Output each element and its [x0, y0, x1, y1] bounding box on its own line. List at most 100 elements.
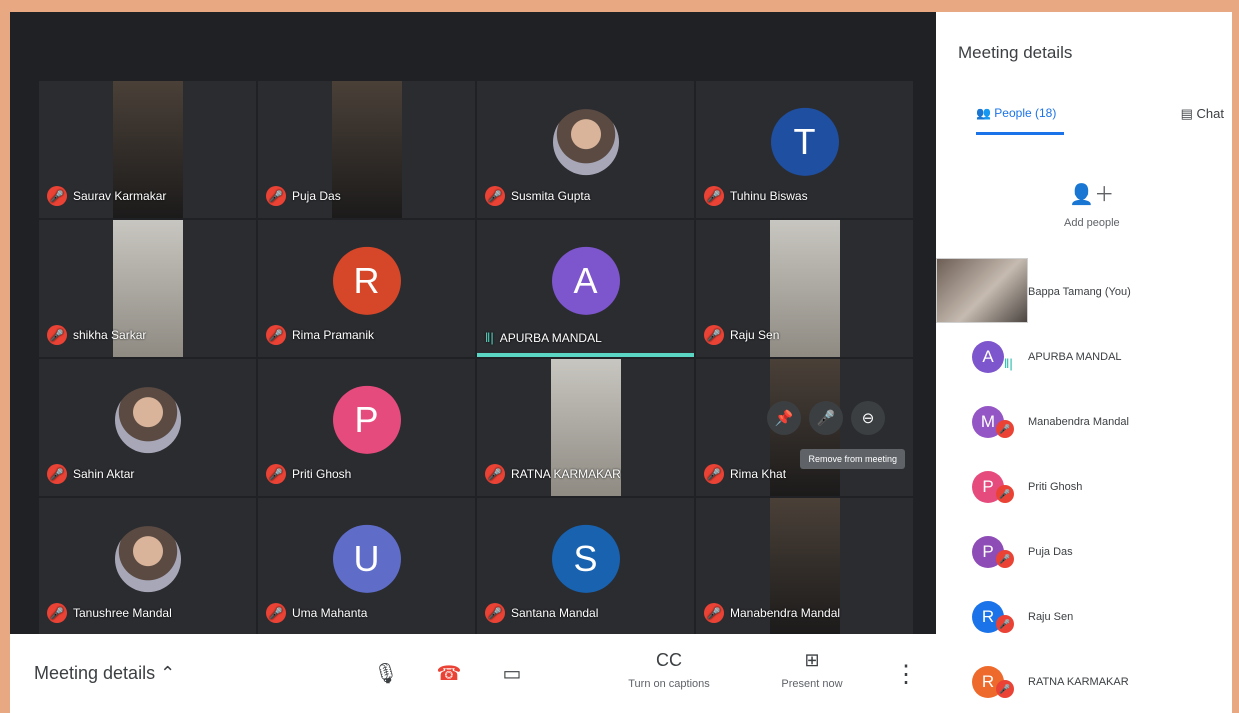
muted-microphone-icon: 🎤	[47, 603, 67, 623]
meeting-controls: Meeting details ⌃ 🎙 ☎ ▭ CC Turn on captio…	[10, 634, 936, 713]
participant-label: 🎤 Rima Pramanik	[266, 325, 374, 345]
participant-tile[interactable]: S 🎤 Santana Mandal	[476, 497, 695, 636]
captions-button[interactable]: CC Turn on captions	[613, 650, 725, 690]
person-name: Manabendra Mandal	[1028, 416, 1129, 428]
person-name: Puja Das	[1028, 546, 1073, 558]
participant-tile[interactable]: 🎤 Rima Khat 📌 🎤 ⊖ Remove from meeting	[695, 358, 914, 497]
participant-label: 🎤 Susmita Gupta	[485, 186, 590, 206]
participant-tile[interactable]: 🎤 Susmita Gupta	[476, 80, 695, 219]
participant-label: 🎤 Saurav Karmakar	[47, 186, 166, 206]
meeting-details-label: Meeting details	[34, 663, 156, 683]
self-video-thumbnail	[936, 258, 1028, 323]
participant-name: Rima Khat	[730, 467, 787, 481]
people-list-item[interactable]: R 🎤 RATNA KARMAKAR	[936, 648, 1232, 713]
leave-call-button[interactable]: ☎	[428, 652, 470, 694]
muted-microphone-icon: 🎤	[266, 464, 286, 484]
participant-tile[interactable]: 🎤 Manabendra Mandal	[695, 497, 914, 636]
participant-label: 🎤 Rima Khat	[704, 464, 786, 484]
muted-microphone-icon: 🎤	[485, 186, 505, 206]
participant-label: 🎤 Sahin Aktar	[47, 464, 134, 484]
people-list-item[interactable]: A ‖| APURBA MANDAL	[936, 323, 1232, 388]
present-now-button[interactable]: ⊞ Present now	[756, 650, 868, 690]
participant-photo	[114, 386, 181, 453]
participant-avatar: P	[332, 385, 401, 454]
more-options-button[interactable]: ⋮	[894, 660, 918, 689]
muted-microphone-icon: 🎤	[704, 603, 724, 623]
participant-tile[interactable]: 🎤 Raju Sen	[695, 219, 914, 358]
participant-label: 🎤 Puja Das	[266, 186, 341, 206]
participant-tile[interactable]: 🎤 Puja Das	[257, 80, 476, 219]
people-list: Bappa Tamang (You) A ‖| APURBA MANDAL M 🎤 Mana…	[936, 258, 1232, 713]
participant-name: Priti Ghosh	[292, 467, 352, 481]
participant-name: RATNA KARMAKAR	[511, 467, 621, 481]
microphone-button[interactable]: 🎙	[365, 652, 407, 694]
participant-label: 🎤 Tuhinu Biswas	[704, 186, 808, 206]
add-person-icon: 👤＋	[1069, 184, 1115, 206]
participant-avatar: U	[332, 524, 401, 593]
remove-icon[interactable]: ⊖	[851, 401, 885, 435]
people-list-item[interactable]: Bappa Tamang (You)	[936, 258, 1232, 323]
remove-tooltip: Remove from meeting	[800, 449, 905, 469]
participant-label: 🎤 Tanushree Mandal	[47, 603, 172, 623]
people-icon: 👥	[976, 106, 991, 120]
muted-microphone-icon: 🎤	[47, 186, 67, 206]
muted-microphone-icon: 🎤	[704, 186, 724, 206]
participant-name: Sahin Aktar	[73, 467, 135, 481]
participant-tile[interactable]: 🎤 Sahin Aktar	[38, 358, 257, 497]
pin-icon[interactable]: 📌	[767, 401, 801, 435]
person-name: Bappa Tamang (You)	[1028, 286, 1131, 298]
participant-label: 🎤 Raju Sen	[704, 325, 779, 345]
muted-microphone-icon: 🎤	[704, 325, 724, 345]
participant-name: Puja Das	[292, 189, 341, 203]
participant-label: 🎤 Santana Mandal	[485, 603, 598, 623]
people-list-item[interactable]: M 🎤 Manabendra Mandal	[936, 388, 1232, 453]
participant-name: Tanushree Mandal	[73, 606, 172, 620]
participant-tile[interactable]: R 🎤 Rima Pramanik	[257, 219, 476, 358]
tab-people[interactable]: 👥 People (18)	[976, 106, 1064, 135]
participant-avatar: R	[332, 246, 401, 315]
meeting-window: 🎤 Saurav Karmakar 🎤 Puja Das 🎤 Susmita Gupta T…	[10, 12, 1232, 713]
participant-grid: 🎤 Saurav Karmakar 🎤 Puja Das 🎤 Susmita Gupta T…	[38, 80, 914, 636]
participant-name: shikha Sarkar	[73, 328, 147, 342]
participant-tile[interactable]: P 🎤 Priti Ghosh	[257, 358, 476, 497]
tab-chat[interactable]: ▤ Chat	[1181, 106, 1224, 122]
add-people-label: Add people	[1064, 217, 1120, 229]
people-list-item[interactable]: R 🎤 Raju Sen	[936, 583, 1232, 648]
person-avatar: A	[972, 341, 1004, 373]
people-list-item[interactable]: P 🎤 Puja Das	[936, 518, 1232, 583]
participant-tile[interactable]: A ‖| APURBA MANDAL	[476, 219, 695, 358]
participant-label: 🎤 shikha Sarkar	[47, 325, 146, 345]
add-people-button[interactable]: 👤＋ Add people	[1064, 178, 1120, 229]
more-vert-icon: ⋮	[894, 661, 918, 688]
participant-tile[interactable]: U 🎤 Uma Mahanta	[257, 497, 476, 636]
microphone-icon[interactable]: 🎤	[809, 401, 843, 435]
participant-tile[interactable]: 🎤 Saurav Karmakar	[38, 80, 257, 219]
participant-tile[interactable]: T 🎤 Tuhinu Biswas	[695, 80, 914, 219]
participant-name: Manabendra Mandal	[730, 606, 841, 620]
participant-tile[interactable]: 🎤 RATNA KARMAKAR	[476, 358, 695, 497]
participant-label: ‖| APURBA MANDAL	[485, 330, 602, 345]
camera-icon: ▭	[502, 662, 522, 685]
muted-microphone-icon: 🎤	[485, 464, 505, 484]
participant-avatar: S	[551, 524, 620, 593]
people-list-item[interactable]: P 🎤 Priti Ghosh	[936, 453, 1232, 518]
audio-level-icon: ‖|	[485, 330, 494, 345]
participant-avatar: A	[551, 246, 620, 315]
captions-label: Turn on captions	[628, 678, 710, 690]
participant-name: Santana Mandal	[511, 606, 599, 620]
muted-microphone-icon: 🎤	[47, 325, 67, 345]
phone-hangup-icon: ☎	[436, 662, 462, 685]
participant-label: 🎤 RATNA KARMAKAR	[485, 464, 621, 484]
person-name: Priti Ghosh	[1028, 481, 1083, 493]
participant-tile[interactable]: 🎤 shikha Sarkar	[38, 219, 257, 358]
participant-name: Rima Pramanik	[292, 328, 375, 342]
meeting-details-button[interactable]: Meeting details ⌃	[34, 663, 354, 684]
muted-microphone-icon: 🎤	[996, 680, 1014, 698]
present-label: Present now	[781, 678, 843, 690]
camera-button[interactable]: ▭	[491, 652, 533, 694]
person-name: Raju Sen	[1028, 611, 1074, 623]
muted-microphone-icon: 🎤	[996, 615, 1014, 633]
participant-tile[interactable]: 🎤 Tanushree Mandal	[38, 497, 257, 636]
chat-icon: ▤	[1180, 106, 1193, 121]
person-name: APURBA MANDAL	[1028, 351, 1122, 363]
